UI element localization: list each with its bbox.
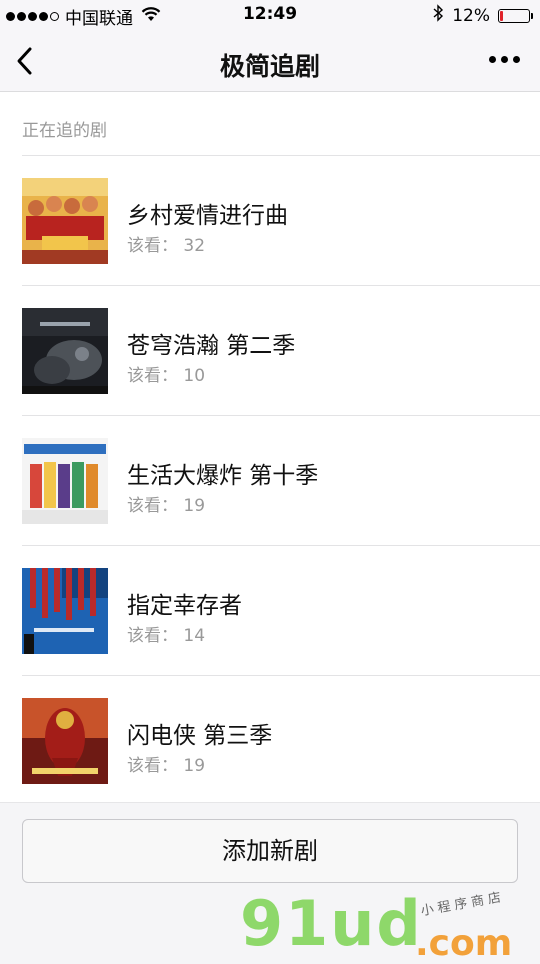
more-dots-icon[interactable] <box>489 56 520 63</box>
watermark-tagline: 小程序商店 <box>419 889 507 920</box>
show-poster <box>22 178 108 264</box>
episode-number: 10 <box>183 366 206 386</box>
battery-icon <box>498 8 533 23</box>
battery-percent: 12% <box>452 5 490 26</box>
status-bar: 中国联通 12:49 12% <box>0 0 540 30</box>
list-item[interactable]: 乡村爱情进行曲 该看： 32 <box>0 156 540 285</box>
section-header: 正在追的剧 <box>22 121 107 141</box>
episode-info: 该看： 32 <box>127 231 205 256</box>
list-item[interactable]: 生活大爆炸 第十季 该看： 19 <box>0 416 540 545</box>
episode-info: 该看： 19 <box>127 491 205 516</box>
show-title: 乡村爱情进行曲 <box>127 203 288 229</box>
episode-info: 该看： 19 <box>127 751 205 776</box>
episode-info: 该看： 10 <box>127 361 205 386</box>
show-poster <box>22 568 108 654</box>
episode-number: 14 <box>183 626 206 646</box>
show-title: 生活大爆炸 第十季 <box>127 463 319 489</box>
episode-label: 该看： <box>127 236 178 256</box>
episode-label: 该看： <box>127 756 178 776</box>
show-title: 指定幸存者 <box>127 593 242 619</box>
episode-label: 该看： <box>127 626 178 646</box>
episode-number: 19 <box>183 496 206 516</box>
add-show-button[interactable]: 添加新剧 <box>22 819 518 883</box>
list-item[interactable]: 苍穹浩瀚 第二季 该看： 10 <box>0 286 540 415</box>
episode-info: 该看： 14 <box>127 621 205 646</box>
episode-label: 该看： <box>127 496 178 516</box>
show-title: 苍穹浩瀚 第二季 <box>127 333 296 359</box>
watermark-brand: 91ud <box>240 887 423 960</box>
bluetooth-icon <box>432 4 444 27</box>
show-title: 闪电侠 第三季 <box>127 723 273 749</box>
watermark: 91ud .com 小程序商店 <box>240 887 540 964</box>
footer: 添加新剧 91ud .com 小程序商店 <box>0 802 540 964</box>
show-poster <box>22 698 108 784</box>
show-poster <box>22 438 108 524</box>
show-poster <box>22 308 108 394</box>
list-item[interactable]: 闪电侠 第三季 该看： 19 <box>0 676 540 805</box>
status-right: 12% <box>432 4 533 27</box>
watermark-domain: .com <box>415 923 513 964</box>
show-list-panel: 正在追的剧 乡村爱情进行曲 该看： 32 苍穹浩瀚 第二季 该看： 10 生活大… <box>0 92 540 802</box>
battery-level <box>500 10 503 21</box>
list-item[interactable]: 指定幸存者 该看： 14 <box>0 546 540 675</box>
episode-number: 32 <box>183 236 206 256</box>
page-title: 极简追剧 <box>219 52 320 81</box>
episode-label: 该看： <box>127 366 178 386</box>
episode-number: 19 <box>183 756 206 776</box>
navigation-bar: 极简追剧 <box>0 30 540 92</box>
